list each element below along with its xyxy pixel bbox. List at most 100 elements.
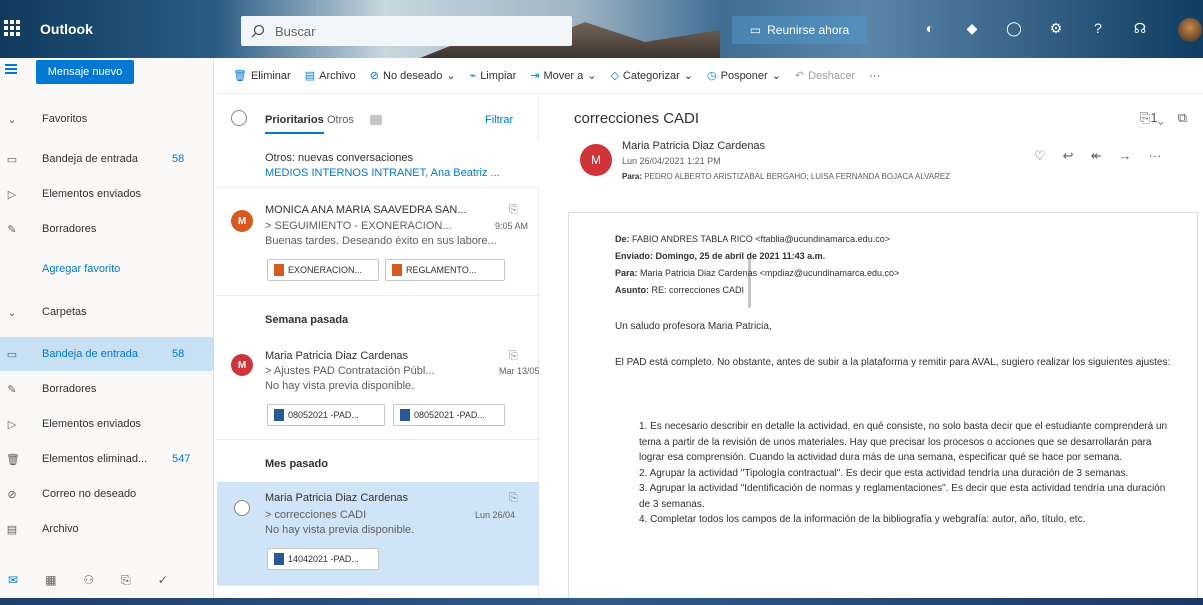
chevron-down-icon: ⌄ bbox=[683, 70, 693, 82]
attachment-icon: ⎘ bbox=[509, 204, 518, 216]
tab-other[interactable]: Otros bbox=[327, 114, 354, 126]
intro-paragraph: El PAD está completo. No obstante, antes… bbox=[615, 357, 1171, 368]
attachment-chip[interactable]: EXONERACION... bbox=[267, 259, 379, 281]
meet-now-button[interactable]: ▭ Reunirse ahora bbox=[732, 16, 867, 44]
message-subject: correcciones CADI bbox=[574, 110, 700, 127]
folder-archive[interactable]: ▤ Archivo bbox=[0, 512, 214, 546]
folder-sent[interactable]: ▷ Elementos enviados bbox=[0, 407, 214, 441]
favorite-sent[interactable]: ▷ Elementos enviados bbox=[0, 177, 214, 211]
folder-inbox[interactable]: ▭ Bandeja de entrada 58 bbox=[0, 337, 214, 371]
skype-icon[interactable]: ◐ bbox=[920, 18, 940, 38]
folder-deleted[interactable]: 🗑 Elementos eliminad... 547 bbox=[0, 442, 214, 476]
feedback-icon[interactable]: ◆ bbox=[962, 18, 982, 38]
command-bar: 🗑 Eliminar ▤ Archivo ⊘ No deseado ⌄ ⌁ Limpiar… bbox=[215, 58, 1203, 94]
mail-icon[interactable]: ✉ bbox=[8, 573, 18, 587]
more-options-icon[interactable]: ··· bbox=[869, 70, 880, 82]
undo-icon: ↶ bbox=[794, 70, 805, 82]
tag-icon: ◇ bbox=[610, 70, 619, 82]
notifications-icon[interactable]: ◯ bbox=[1004, 18, 1024, 38]
attachment-chip[interactable]: 08052021 -PAD... bbox=[393, 404, 505, 426]
message-count[interactable]: ⎘1⌄ bbox=[1140, 110, 1164, 126]
word-file-icon bbox=[274, 409, 284, 421]
video-icon: ▭ bbox=[749, 23, 762, 37]
archive-icon: ▤ bbox=[304, 70, 316, 82]
archive-button[interactable]: ▤ Archivo bbox=[304, 69, 356, 83]
folder-drafts[interactable]: ✎ Borradores bbox=[0, 372, 214, 406]
sender-name[interactable]: Maria Patricia Diaz Cardenas bbox=[622, 140, 765, 152]
more-options-icon[interactable]: ··· bbox=[1148, 148, 1161, 164]
file-icon bbox=[274, 264, 284, 276]
app-launcher-icon[interactable] bbox=[4, 20, 20, 36]
app-name[interactable]: Outlook bbox=[40, 21, 93, 37]
delete-button[interactable]: 🗑 Eliminar bbox=[233, 69, 291, 83]
like-icon[interactable]: ♡ bbox=[1034, 148, 1046, 164]
broom-icon: ⌁ bbox=[469, 70, 477, 82]
search-box[interactable]: Buscar bbox=[241, 16, 572, 46]
list-item: 2. Agrupar la actividad "Tipología contr… bbox=[639, 467, 1129, 479]
message-list: Prioritarios Otros Filtrar Otros: nuevas… bbox=[217, 96, 751, 605]
folder-junk[interactable]: ⊘ Correo no deseado bbox=[0, 477, 214, 511]
attachment-icon[interactable]: ⎘ bbox=[121, 573, 131, 588]
select-all-checkbox[interactable] bbox=[231, 110, 247, 126]
pencil-icon: ✎ bbox=[7, 223, 17, 236]
list-item[interactable]: Maria Patricia Diaz Cardenas ⎘ > correcc… bbox=[217, 482, 539, 586]
select-radio[interactable] bbox=[234, 500, 250, 516]
menu-icon[interactable] bbox=[5, 64, 17, 74]
attachment-icon: ⎘ bbox=[509, 492, 518, 504]
megaphone-icon[interactable]: ☊ bbox=[1130, 18, 1150, 38]
snooze-button[interactable]: ◷ Posponer ⌄ bbox=[707, 69, 781, 83]
taskbar-edge bbox=[0, 598, 1203, 605]
clock-icon: ◷ bbox=[707, 70, 717, 82]
archive-icon: ▤ bbox=[6, 523, 18, 536]
add-favorite-link[interactable]: Agregar favorito bbox=[0, 252, 214, 286]
top-bar: Outlook Buscar ▭ Reunirse ahora ◐ ◆ ◯ ⚙ … bbox=[0, 0, 1203, 58]
avatar[interactable] bbox=[1178, 18, 1202, 42]
list-item[interactable]: M Maria Patricia Diaz Cardenas ⎘ > Ajust… bbox=[217, 340, 540, 440]
avatar: M bbox=[231, 354, 253, 376]
search-icon bbox=[251, 24, 265, 38]
pencil-icon: ✎ bbox=[7, 383, 17, 396]
categorize-button[interactable]: ◇ Categorizar ⌄ bbox=[610, 69, 693, 83]
calendar-icon[interactable]: ▦ bbox=[45, 573, 56, 587]
meet-now-label: Reunirse ahora bbox=[767, 23, 850, 37]
move-to-button[interactable]: ⇥ Mover a ⌄ bbox=[530, 69, 596, 83]
reply-all-icon[interactable]: ↞ bbox=[1091, 148, 1102, 164]
block-icon: ⊘ bbox=[7, 488, 17, 501]
other-new-conversations[interactable]: Otros: nuevas conversaciones MEDIOS INTE… bbox=[217, 142, 539, 188]
file-icon bbox=[392, 264, 402, 276]
undo-button[interactable]: ↶ Deshacer bbox=[794, 69, 855, 83]
group-header-last-week: Semana pasada bbox=[265, 314, 349, 326]
junk-button[interactable]: ⊘ No deseado ⌄ bbox=[370, 69, 456, 83]
attachment-chip[interactable]: REGLAMENTO... bbox=[385, 259, 505, 281]
sweep-button[interactable]: ⌁ Limpiar bbox=[469, 69, 517, 83]
list-item[interactable]: M MONICA ANA MARIA SAAVEDRA SAN... ⎘ > S… bbox=[217, 192, 539, 296]
forward-icon[interactable]: → bbox=[1118, 148, 1131, 164]
trash-icon: 🗑 bbox=[6, 453, 20, 466]
people-icon[interactable]: ⚇ bbox=[83, 573, 94, 587]
reading-top-actions: ⎘1⌄ ⧉ bbox=[1140, 110, 1187, 126]
attachment-chip[interactable]: 14042021 -PAD... bbox=[267, 548, 379, 570]
tab-focused[interactable]: Prioritarios bbox=[265, 114, 324, 134]
attachment-chip[interactable]: 08052021 -PAD... bbox=[267, 404, 385, 426]
favorite-inbox[interactable]: ▭ Bandeja de entrada 58 bbox=[0, 142, 214, 176]
favorite-drafts[interactable]: ✎ Borradores bbox=[0, 212, 214, 246]
filter-button[interactable]: Filtrar bbox=[485, 114, 513, 126]
forwarded-header: De: FABIO ANDRES TABLA RICO <ftablia@ucu… bbox=[615, 234, 900, 295]
todo-icon[interactable]: ✓ bbox=[158, 573, 168, 587]
word-file-icon bbox=[400, 409, 410, 421]
chevron-down-icon: ⌄ bbox=[771, 70, 781, 82]
pop-out-icon[interactable]: ⧉ bbox=[1178, 110, 1187, 126]
favorites-header[interactable]: ⌄ Favoritos bbox=[0, 102, 214, 136]
help-icon[interactable]: ? bbox=[1088, 18, 1108, 38]
reply-icon[interactable]: ↩ bbox=[1063, 148, 1074, 164]
folder-move-icon: ⇥ bbox=[530, 70, 540, 82]
chevron-down-icon: ⌄ bbox=[7, 113, 17, 126]
new-message-button[interactable]: Mensaje nuevo bbox=[36, 60, 134, 84]
group-header-last-month: Mes pasado bbox=[265, 458, 328, 470]
left-navigation: Mensaje nuevo ⌄ Favoritos ▭ Bandeja de e… bbox=[0, 58, 214, 605]
attachment-icon: ⎘ bbox=[1140, 110, 1151, 125]
inbox-icon: ▭ bbox=[6, 348, 18, 361]
folders-header[interactable]: ⌄ Carpetas bbox=[0, 295, 214, 329]
settings-icon[interactable]: ⚙ bbox=[1046, 18, 1066, 38]
avatar: M bbox=[231, 210, 253, 232]
